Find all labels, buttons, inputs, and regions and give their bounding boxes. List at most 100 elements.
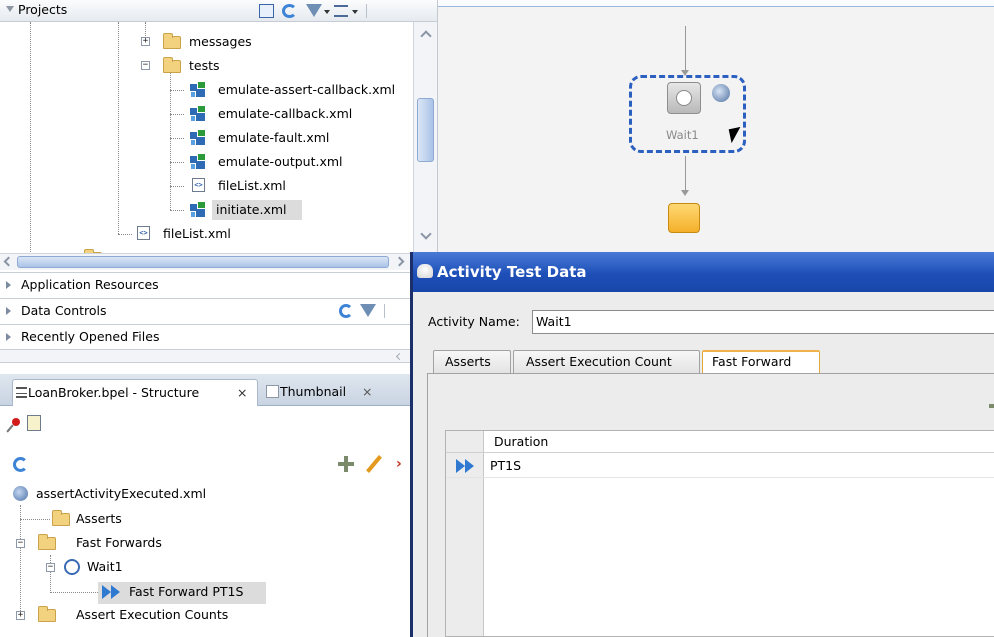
flow-arrow-icon [681, 190, 689, 196]
test-xml-icon [190, 202, 206, 218]
mini-scrollbar[interactable] [0, 349, 410, 363]
tab-label: Fast Forward [712, 354, 792, 369]
tree-item-file-selected[interactable]: initiate.xml [216, 202, 287, 218]
xml-file-icon: <> [192, 178, 205, 192]
tree-item-file[interactable]: emulate-output.xml [218, 154, 343, 170]
close-icon[interactable]: × [362, 384, 372, 400]
tab-thumbnail[interactable]: Thumbnail × [266, 382, 376, 404]
horizontal-scrollbar[interactable] [0, 253, 437, 270]
refresh-icon[interactable] [339, 304, 353, 318]
tab-asserts[interactable]: Asserts [433, 350, 511, 374]
folder-icon [38, 606, 56, 622]
tab-label: LoanBroker.bpel - Structure [28, 385, 200, 400]
structure-item-counts[interactable]: Assert Execution Counts [76, 607, 228, 623]
flow-connector [685, 156, 686, 192]
tree-guide [20, 519, 50, 520]
projects-header: Projects [0, 0, 437, 22]
folder-open-icon [38, 534, 56, 550]
clock-face-icon [676, 90, 692, 106]
tab-structure[interactable]: LoanBroker.bpel - Structure × [12, 379, 258, 406]
scroll-thumb[interactable] [17, 256, 389, 268]
activity-name-field[interactable]: Wait1 [532, 310, 994, 334]
left-panel: Projects + messages − tests emulate-asse… [0, 0, 437, 637]
test-decoration-icon [712, 84, 730, 102]
tree-guide [170, 114, 184, 115]
find-icon[interactable] [259, 4, 274, 18]
collapse-toggle[interactable]: − [141, 61, 150, 70]
delete-icon[interactable]: › [396, 457, 408, 471]
mouse-cursor-icon [728, 126, 744, 144]
tree-item-file[interactable]: fileList.xml [163, 226, 231, 242]
flow-connector [685, 26, 686, 74]
test-xml-icon [190, 82, 206, 98]
expand-triangle-icon [6, 333, 11, 341]
tree-item-file[interactable]: fileList.xml [218, 178, 286, 194]
pin-needle-icon [6, 424, 14, 433]
close-icon[interactable]: × [237, 385, 247, 401]
test-xml-icon [190, 130, 206, 146]
tab-assert-execution-count[interactable]: Assert Execution Count [513, 350, 700, 374]
dialog-titlebar[interactable]: Activity Test Data [413, 252, 994, 292]
table-row[interactable]: PT1S [446, 454, 994, 478]
view-options-icon[interactable] [334, 5, 348, 17]
view-options-dropdown-icon[interactable] [352, 10, 358, 14]
collapse-toggle[interactable]: − [16, 539, 25, 548]
filter-icon[interactable] [306, 4, 322, 17]
wait-activity[interactable]: Wait1 [629, 75, 746, 153]
tab-fast-forward[interactable]: Fast Forward [702, 350, 820, 374]
refresh-icon[interactable] [13, 457, 28, 472]
column-header-duration[interactable]: Duration [494, 434, 548, 450]
filter-dropdown-icon[interactable] [324, 10, 330, 14]
fast-forward-icon-2 [465, 459, 474, 473]
folder-icon [52, 510, 70, 526]
section-label: Data Controls [21, 303, 107, 318]
scroll-right-icon[interactable] [394, 256, 405, 267]
projects-title: Projects [18, 2, 68, 17]
structure-item-fast-forwards[interactable]: Fast Forwards [76, 535, 162, 551]
activity-name-label: Activity Name: [428, 314, 520, 329]
structure-item-ff[interactable]: Fast Forward PT1S [129, 584, 243, 600]
section-label: Recently Opened Files [21, 329, 160, 344]
vertical-scrollbar[interactable] [413, 22, 437, 253]
scroll-down-icon[interactable] [420, 228, 432, 240]
bpel-canvas[interactable]: Wait1 [437, 0, 994, 260]
header-divider [366, 4, 367, 18]
header-divider [384, 304, 385, 318]
structure-item-wait[interactable]: Wait1 [87, 559, 123, 575]
filter-icon[interactable] [360, 304, 376, 317]
scroll-left-icon[interactable] [3, 256, 14, 267]
expand-toggle[interactable]: + [141, 37, 150, 46]
duration-cell[interactable]: PT1S [490, 458, 521, 474]
structure-root[interactable]: assertActivityExecuted.xml [36, 486, 206, 502]
collapse-triangle-icon[interactable] [6, 6, 14, 12]
refresh-icon[interactable] [282, 4, 297, 18]
edit-page-icon[interactable] [27, 415, 41, 431]
tree-item-file[interactable]: emulate-fault.xml [218, 130, 329, 146]
tree-guide [118, 22, 119, 234]
scroll-left-icon[interactable] [395, 352, 404, 361]
tab-label: Assert Execution Count [526, 354, 672, 369]
fast-forward-icon [456, 459, 465, 473]
assign-activity-icon[interactable] [668, 203, 700, 233]
tree-item-file[interactable]: emulate-assert-callback.xml [218, 82, 395, 98]
folder-icon [163, 33, 181, 49]
tree-guide [170, 138, 184, 139]
tree-item-messages[interactable]: messages [189, 34, 252, 50]
scroll-thumb[interactable] [417, 98, 434, 162]
fast-forward-icon-2 [111, 585, 120, 599]
tree-item-tests[interactable]: tests [189, 58, 220, 74]
section-application-resources[interactable]: Application Resources [0, 272, 410, 297]
collapse-toggle[interactable]: − [46, 563, 55, 572]
duration-table: Duration PT1S [445, 430, 994, 637]
section-data-controls[interactable]: Data Controls [0, 298, 410, 323]
tree-guide [20, 505, 21, 615]
section-recently-opened[interactable]: Recently Opened Files [0, 324, 410, 349]
structure-item-asserts[interactable]: Asserts [76, 511, 122, 527]
tree-item-file[interactable]: emulate-callback.xml [218, 106, 352, 122]
tree-guide [30, 22, 31, 252]
edit-pencil-icon[interactable] [366, 455, 382, 473]
expand-toggle[interactable]: + [16, 611, 25, 620]
tree-guide [170, 90, 184, 91]
scroll-up-icon[interactable] [420, 30, 432, 42]
add-icon[interactable] [989, 404, 994, 408]
